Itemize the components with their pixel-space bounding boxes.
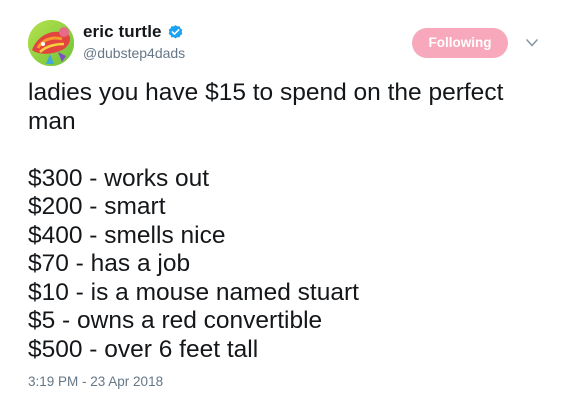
- tweet-line: ladies you have $15 to spend on the perf…: [28, 79, 504, 106]
- tweet-line: man: [28, 107, 76, 135]
- price-list-item: $5 - owns a red convertible: [28, 307, 323, 334]
- chevron-down-icon[interactable]: [525, 36, 539, 48]
- paragraph-break: [28, 136, 543, 165]
- price-list-item: $300 - works out: [28, 164, 210, 192]
- price-list-item: $500 - over 6 feet tall: [28, 335, 259, 363]
- verified-badge-icon: [167, 24, 184, 41]
- price-list-item: $70 - has a job: [28, 250, 191, 277]
- following-button[interactable]: Following: [412, 28, 508, 58]
- user-handle[interactable]: @dubstep4dads: [83, 45, 185, 61]
- display-name-row: eric turtle: [83, 21, 185, 43]
- tweet-text: ladies you have $15 to spend on the perf…: [28, 79, 543, 364]
- tweet-card: eric turtle @dubstep4dads Following ladi…: [0, 0, 563, 400]
- avatar[interactable]: [28, 20, 74, 66]
- price-list-item: $400 - smells nice: [28, 221, 226, 249]
- display-name[interactable]: eric turtle: [83, 22, 162, 42]
- sea-turtle-avatar-icon: [28, 20, 74, 66]
- author-info: eric turtle @dubstep4dads: [83, 21, 185, 61]
- price-list-item: $200 - smart: [28, 193, 166, 220]
- price-list-item: $10 - is a mouse named stuart: [28, 278, 359, 306]
- tweet-timestamp[interactable]: 3:19 PM - 23 Apr 2018: [28, 374, 163, 389]
